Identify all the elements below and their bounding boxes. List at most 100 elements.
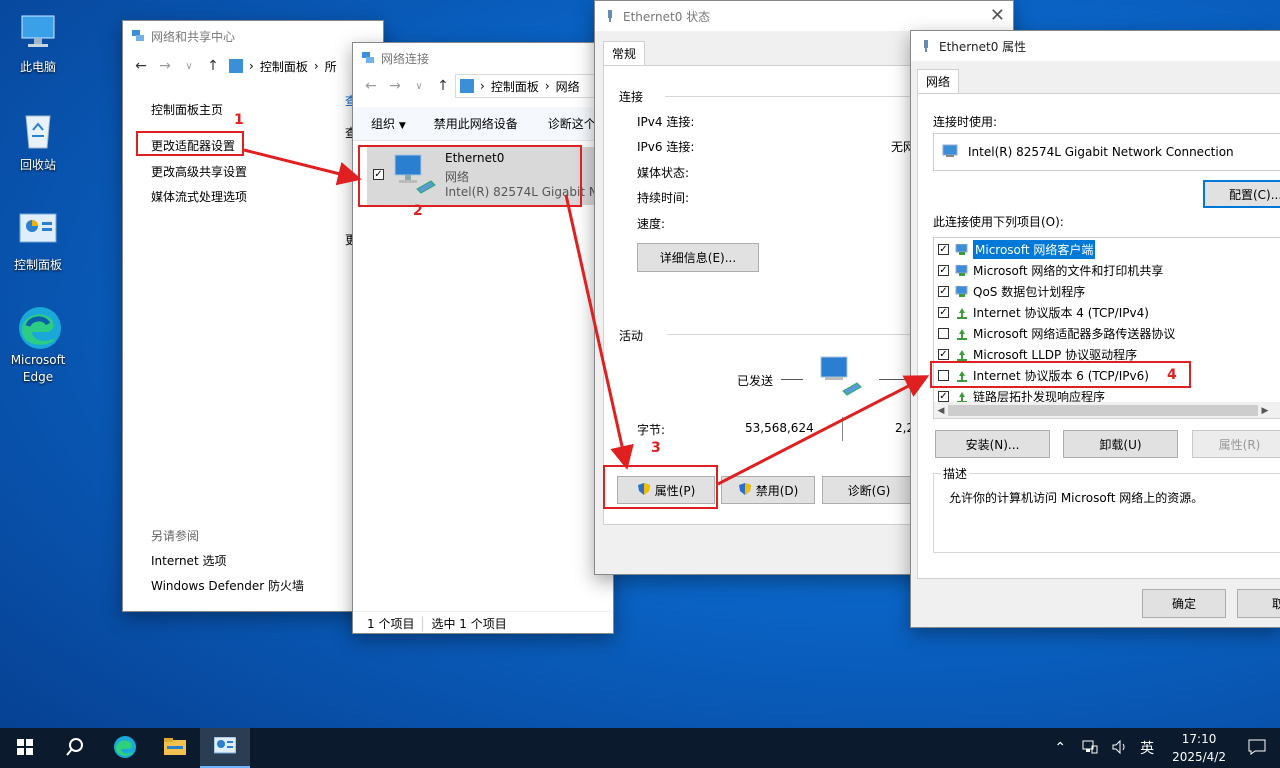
window-title: 网络连接 bbox=[381, 51, 430, 66]
taskbar-control-panel[interactable] bbox=[200, 728, 250, 768]
disable-button-label: 禁用(D) bbox=[755, 483, 799, 498]
component-item[interactable]: ✓ QoS 数据包计划程序 bbox=[938, 281, 1085, 302]
crumb-separator: › bbox=[544, 79, 550, 93]
desktop-icon-edge[interactable]: Microsoft Edge bbox=[0, 304, 76, 386]
start-button[interactable] bbox=[0, 728, 50, 768]
dropdown-icon[interactable]: ∨ bbox=[177, 61, 201, 72]
activity-computers-icon bbox=[817, 353, 865, 402]
taskbar-edge[interactable] bbox=[100, 728, 150, 768]
see-also-heading: 另请参阅 bbox=[151, 529, 200, 543]
components-list[interactable]: ✓ Microsoft 网络客户端 ✓ Microsoft 网络的文件和打印机共享 ✓ Q… bbox=[933, 237, 1280, 419]
crumb-separator: › bbox=[313, 59, 319, 73]
highlight-step-2 bbox=[358, 145, 582, 207]
up-icon[interactable]: ↑ bbox=[201, 58, 225, 74]
crumb-control-panel[interactable]: 控制面板 bbox=[491, 78, 539, 95]
network-client-icon bbox=[955, 264, 969, 277]
details-button[interactable]: 详细信息(E)... bbox=[637, 243, 759, 272]
speed-label: 速度: bbox=[637, 217, 666, 231]
diagnose-button[interactable]: 诊断这个 bbox=[548, 115, 596, 132]
desktop-icon-label: 回收站 bbox=[19, 158, 56, 172]
install-button[interactable]: 安装(N)... bbox=[935, 430, 1050, 458]
highlight-step-4 bbox=[930, 361, 1191, 388]
scroll-right-icon[interactable]: ▶ bbox=[1258, 406, 1272, 416]
component-checkbox[interactable]: ✓ bbox=[938, 349, 949, 360]
link-advanced-sharing[interactable]: 更改高级共享设置 bbox=[151, 163, 247, 180]
sent-line bbox=[781, 379, 803, 380]
step-3-label: 3 bbox=[651, 440, 661, 456]
duration-label: 持续时间: bbox=[637, 191, 690, 205]
received-line bbox=[879, 379, 909, 380]
tab-general[interactable]: 常规 bbox=[603, 41, 646, 65]
breadcrumb[interactable]: › 控制面板 › 网络 bbox=[455, 74, 613, 98]
crumb-more[interactable]: 网络 bbox=[556, 78, 580, 95]
close-icon[interactable]: ✕ bbox=[990, 5, 1005, 26]
network-client-icon bbox=[955, 243, 969, 256]
notification-icon[interactable] bbox=[1248, 739, 1266, 758]
component-item[interactable]: Microsoft 网络适配器多路传送器协议 bbox=[938, 323, 1175, 344]
desktop-icon-control-panel[interactable]: 控制面板 bbox=[0, 208, 76, 273]
chevron-up-icon[interactable]: ⌃ bbox=[1054, 740, 1066, 756]
component-item[interactable]: ✓ Microsoft 网络客户端 bbox=[938, 239, 1096, 260]
sharing-center-window: 网络和共享中心 ← → ∨ ↑ › 控制面板 › 所 控制面板主页 更改适配器设… bbox=[122, 20, 384, 612]
network-plug-icon bbox=[919, 39, 933, 53]
organize-menu[interactable]: 组织 ▼ bbox=[371, 115, 406, 132]
activity-heading: 活动 bbox=[619, 329, 644, 343]
crumb-control-panel[interactable]: 控制面板 bbox=[260, 58, 308, 75]
protocol-icon bbox=[955, 391, 969, 403]
link-media-streaming[interactable]: 媒体流式处理选项 bbox=[151, 188, 247, 205]
component-checkbox[interactable]: ✓ bbox=[938, 265, 949, 276]
back-icon[interactable]: ← bbox=[129, 58, 153, 74]
component-checkbox[interactable]: ✓ bbox=[938, 391, 949, 402]
crumb-more[interactable]: 所 bbox=[325, 58, 337, 75]
control-panel-small-icon bbox=[460, 79, 474, 93]
dropdown-icon[interactable]: ∨ bbox=[407, 81, 431, 92]
edge-icon bbox=[113, 735, 137, 762]
disable-device-button[interactable]: 禁用此网络设备 bbox=[434, 115, 518, 132]
connection-heading: 连接 bbox=[619, 90, 644, 104]
search-button[interactable] bbox=[50, 728, 100, 768]
ime-indicator[interactable]: 英 bbox=[1140, 738, 1154, 758]
highlight-step-3 bbox=[603, 465, 718, 509]
scroll-left-icon[interactable]: ◀ bbox=[934, 406, 948, 416]
clock[interactable]: 17:10 2025/4/2 bbox=[1172, 730, 1226, 766]
disable-button[interactable]: 禁用(D) bbox=[721, 476, 815, 504]
component-properties-button[interactable]: 属性(R) bbox=[1192, 430, 1280, 458]
up-icon[interactable]: ↑ bbox=[431, 78, 455, 94]
folder-icon bbox=[164, 737, 186, 759]
step-1-label: 1 bbox=[234, 112, 244, 128]
network-status-icon[interactable] bbox=[1082, 740, 1098, 757]
forward-icon[interactable]: → bbox=[153, 58, 177, 74]
description-group bbox=[933, 473, 1280, 553]
scroll-thumb[interactable] bbox=[948, 405, 1258, 416]
ipv4-label: IPv4 连接: bbox=[637, 115, 695, 129]
control-panel-icon bbox=[16, 208, 60, 252]
tab-networking[interactable]: 网络 bbox=[917, 69, 960, 93]
configure-button[interactable]: 配置(C)... bbox=[1203, 180, 1280, 208]
volume-icon[interactable] bbox=[1112, 739, 1128, 757]
network-icon bbox=[361, 51, 375, 65]
link-control-panel-home[interactable]: 控制面板主页 bbox=[151, 101, 223, 118]
component-checkbox[interactable]: ✓ bbox=[938, 307, 949, 318]
link-defender-firewall[interactable]: Windows Defender 防火墙 bbox=[151, 577, 304, 594]
component-checkbox[interactable] bbox=[938, 328, 949, 339]
cancel-button[interactable]: 取 bbox=[1237, 589, 1280, 618]
forward-icon[interactable]: → bbox=[383, 78, 407, 94]
taskbar-file-explorer[interactable] bbox=[150, 728, 200, 768]
window-title: Ethernet0 状态 bbox=[623, 9, 711, 24]
link-internet-options[interactable]: Internet 选项 bbox=[151, 552, 226, 569]
ok-button[interactable]: 确定 bbox=[1142, 589, 1226, 618]
title-bar: 网络和共享中心 bbox=[123, 21, 383, 51]
protocol-icon bbox=[955, 307, 969, 319]
desktop-icon-this-pc[interactable]: 此电脑 bbox=[0, 10, 76, 75]
component-item[interactable]: ✓ Microsoft 网络的文件和打印机共享 bbox=[938, 260, 1163, 281]
back-icon[interactable]: ← bbox=[359, 78, 383, 94]
ethernet-properties-dialog: Ethernet0 属性 网络 连接时使用: Intel(R) 82574L G… bbox=[910, 30, 1280, 628]
step-4-label: 4 bbox=[1167, 367, 1177, 383]
diagnose-button[interactable]: 诊断(G) bbox=[822, 476, 916, 504]
component-checkbox[interactable]: ✓ bbox=[938, 286, 949, 297]
component-item[interactable]: ✓ Internet 协议版本 4 (TCP/IPv4) bbox=[938, 302, 1149, 323]
horizontal-scrollbar[interactable]: ◀ ▶ bbox=[934, 402, 1280, 418]
component-checkbox[interactable]: ✓ bbox=[938, 244, 949, 255]
desktop-icon-recycle-bin[interactable]: 回收站 bbox=[0, 108, 76, 173]
uninstall-button[interactable]: 卸载(U) bbox=[1063, 430, 1178, 458]
